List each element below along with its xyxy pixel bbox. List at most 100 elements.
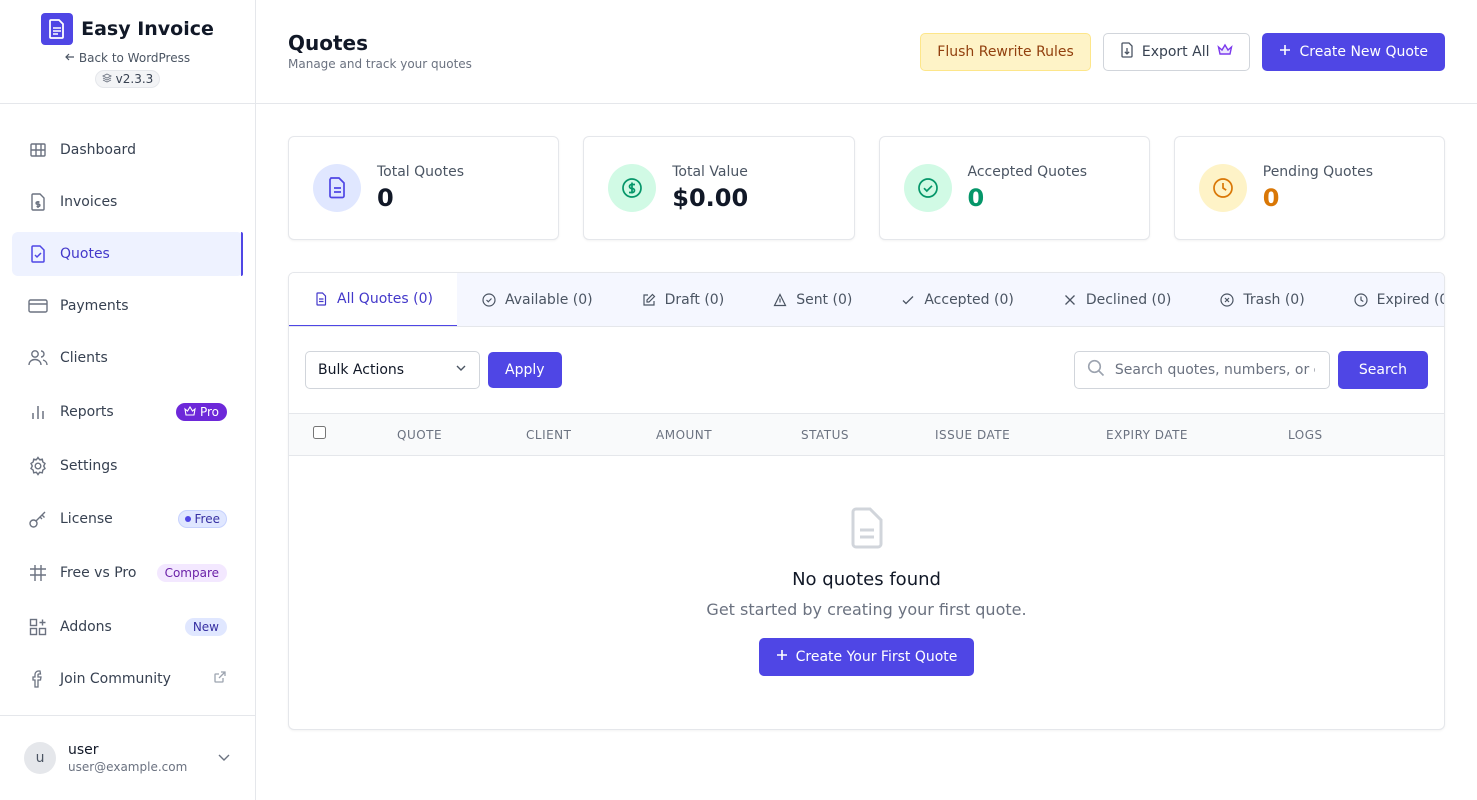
stat-card-pending-quotes: Pending Quotes 0	[1173, 136, 1445, 240]
sidebar-item-label: Dashboard	[60, 142, 136, 158]
grid-icon	[28, 140, 48, 160]
sidebar-item-label: License	[60, 511, 113, 527]
sidebar-item-license[interactable]: License Free	[12, 497, 243, 541]
flush-rewrite-rules-button[interactable]: Flush Rewrite Rules	[920, 33, 1091, 71]
key-icon	[28, 509, 48, 529]
compare-badge: Compare	[156, 564, 227, 582]
column-header-amount[interactable]: AMOUNT	[656, 428, 712, 442]
quotes-panel: All Quotes (0) Available (0) Draft (0) S…	[288, 272, 1445, 730]
user-menu[interactable]: u user user@example.com	[0, 715, 255, 800]
search-button[interactable]: Search	[1337, 351, 1428, 389]
new-badge: New	[184, 618, 227, 636]
tab-accepted[interactable]: Accepted (0)	[876, 273, 1038, 326]
stat-value: 0	[377, 184, 394, 212]
page-header: Quotes Manage and track your quotes Flus…	[256, 0, 1477, 104]
sidebar-item-label: Settings	[60, 458, 118, 474]
tab-trash[interactable]: Trash (0)	[1195, 273, 1329, 326]
sidebar-item-label: Addons	[60, 619, 112, 635]
sidebar-item-clients[interactable]: Clients	[12, 336, 243, 380]
back-to-wordpress-link[interactable]: Back to WordPress	[65, 51, 190, 65]
check-circle-icon	[903, 164, 952, 212]
stats-row: Total Quotes 0 Total Value $0.00 Accepte…	[288, 136, 1445, 240]
plus-icon	[776, 649, 788, 665]
user-info: user user@example.com	[68, 742, 217, 774]
table-icon	[28, 563, 48, 583]
sidebar-item-invoices[interactable]: Invoices	[12, 180, 243, 224]
send-icon	[772, 292, 788, 308]
bar-chart-icon	[28, 402, 48, 422]
gear-icon	[28, 456, 48, 476]
create-new-quote-label: Create New Quote	[1299, 44, 1428, 60]
tab-label: Declined (0)	[1085, 292, 1172, 308]
column-header-quote[interactable]: QUOTE	[397, 428, 442, 442]
tab-all-quotes[interactable]: All Quotes (0)	[289, 273, 457, 326]
avatar: u	[24, 742, 56, 774]
sidebar-item-label: Quotes	[60, 246, 110, 262]
tab-label: Expired (0)	[1376, 292, 1444, 308]
bulk-actions-select[interactable]: Bulk Actions	[305, 351, 480, 389]
users-icon	[28, 348, 48, 368]
tab-sent[interactable]: Sent (0)	[748, 273, 877, 326]
stat-card-total-quotes: Total Quotes 0	[288, 136, 560, 240]
document-icon	[41, 13, 74, 45]
sidebar-item-payments[interactable]: Payments	[12, 284, 243, 328]
search-box	[1073, 351, 1330, 389]
export-all-button[interactable]: Export All	[1102, 33, 1251, 71]
sidebar-item-label: Reports	[60, 404, 114, 420]
sidebar-item-free-vs-pro[interactable]: Free vs Pro Compare	[12, 551, 243, 595]
tab-label: Sent (0)	[796, 292, 853, 308]
x-icon	[1062, 292, 1078, 308]
stat-card-accepted-quotes: Accepted Quotes 0	[878, 136, 1150, 240]
stat-label: Pending Quotes	[1262, 164, 1374, 180]
layers-icon	[101, 72, 112, 86]
check-circle-icon	[481, 292, 497, 308]
bulk-actions-value: Bulk Actions	[318, 362, 405, 378]
tab-available[interactable]: Available (0)	[456, 273, 617, 326]
select-all-checkbox[interactable]	[313, 426, 326, 439]
brand-name: Easy Invoice	[81, 18, 214, 40]
tab-label: Trash (0)	[1243, 292, 1305, 308]
file-check-icon	[28, 244, 48, 264]
sidebar-item-addons[interactable]: Addons New	[12, 605, 243, 649]
column-header-expiry-date[interactable]: EXPIRY DATE	[1106, 428, 1188, 442]
empty-state-title: No quotes found	[792, 569, 941, 590]
free-badge-label: Free	[194, 512, 220, 526]
sidebar-item-reports[interactable]: Reports Pro	[12, 390, 243, 434]
sidebar-item-dashboard[interactable]: Dashboard	[12, 128, 243, 172]
sidebar-item-quotes[interactable]: Quotes	[12, 232, 243, 276]
search-input[interactable]	[1114, 362, 1315, 378]
column-header-client[interactable]: CLIENT	[526, 428, 572, 442]
column-header-status[interactable]: STATUS	[801, 428, 849, 442]
stat-label: Total Quotes	[377, 164, 465, 180]
brand: Easy Invoice Back to WordPress v2.3.3	[0, 0, 255, 104]
free-badge: Free	[177, 510, 227, 528]
status-tabs: All Quotes (0) Available (0) Draft (0) S…	[289, 273, 1444, 327]
tab-declined[interactable]: Declined (0)	[1037, 273, 1196, 326]
document-icon	[313, 164, 361, 212]
tab-label: Available (0)	[504, 292, 593, 308]
column-header-logs[interactable]: LOGS	[1288, 428, 1323, 442]
brand-row[interactable]: Easy Invoice	[41, 13, 214, 45]
export-all-label: Export All	[1141, 44, 1210, 60]
clock-icon	[1353, 292, 1369, 308]
sidebar-nav: Dashboard Invoices Quotes Payments Clien…	[0, 104, 255, 701]
column-header-issue-date[interactable]: ISSUE DATE	[935, 428, 1010, 442]
page-subtitle: Manage and track your quotes	[288, 57, 472, 71]
edit-icon	[641, 292, 657, 308]
arrow-left-icon	[65, 51, 75, 65]
crown-icon	[184, 405, 196, 419]
sidebar: Easy Invoice Back to WordPress v2.3.3 Da…	[0, 0, 256, 800]
create-first-quote-button[interactable]: Create Your First Quote	[758, 638, 975, 676]
user-email: user@example.com	[68, 760, 188, 774]
sidebar-item-label: Clients	[60, 350, 108, 366]
create-first-quote-label: Create Your First Quote	[795, 649, 958, 665]
chevron-down-icon[interactable]	[217, 749, 231, 768]
sidebar-item-join-community[interactable]: Join Community	[12, 657, 243, 701]
create-new-quote-button[interactable]: Create New Quote	[1262, 33, 1445, 71]
tab-expired[interactable]: Expired (0)	[1328, 273, 1444, 326]
sidebar-item-settings[interactable]: Settings	[12, 444, 243, 488]
tab-draft[interactable]: Draft (0)	[616, 273, 749, 326]
search-icon	[1087, 359, 1105, 381]
apply-button[interactable]: Apply	[488, 352, 562, 388]
external-link-icon	[213, 670, 227, 688]
